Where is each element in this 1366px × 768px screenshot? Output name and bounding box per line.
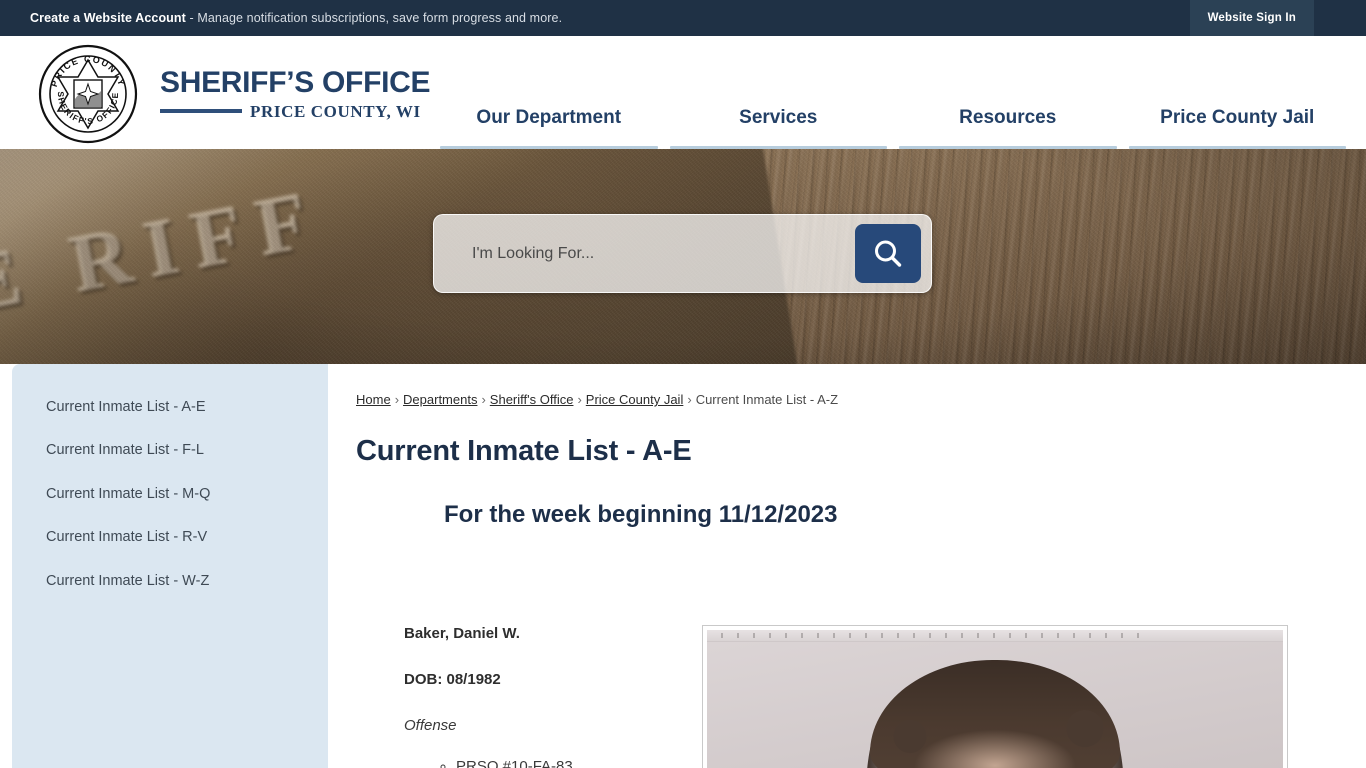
breadcrumb-item-current: Current Inmate List - A-Z xyxy=(695,392,839,407)
sidebar-item-inmate-list-m-q[interactable]: Current Inmate List - M-Q xyxy=(12,473,328,516)
week-beginning-heading: For the week beginning 11/12/2023 xyxy=(444,501,838,528)
inmate-record: Baker, Daniel W. DOB: 08/1982 Offense PR… xyxy=(356,625,1324,768)
site-header: PRICE COUNTY SHERIFF'S OFFICE SHERIFF’S … xyxy=(0,36,1366,149)
inmate-photo-frame xyxy=(702,625,1288,768)
sidebar-item-inmate-list-a-e[interactable]: Current Inmate List - A-E xyxy=(12,386,328,429)
breadcrumb-separator: › xyxy=(481,392,486,407)
create-account-notice: Create a Website Account - Manage notifi… xyxy=(30,11,562,25)
breadcrumb-separator: › xyxy=(577,392,582,407)
offense-list: PRSO #10-FA-83 xyxy=(404,756,656,768)
nav-item-price-county-jail[interactable]: Price County Jail xyxy=(1128,36,1346,149)
nav-label: Price County Jail xyxy=(1160,107,1315,128)
brand-divider-rule xyxy=(160,108,242,113)
website-sign-in-button[interactable]: Website Sign In xyxy=(1189,0,1314,36)
offense-list-item: PRSO #10-FA-83 xyxy=(456,756,656,768)
mugshot-subject xyxy=(866,660,1124,768)
nav-underline xyxy=(669,146,887,149)
breadcrumb: Home › Departments › Sheriff's Office › Price … xyxy=(356,392,1324,407)
page-title: Current Inmate List - A-E xyxy=(356,435,692,467)
site-search-box xyxy=(433,214,932,293)
search-icon xyxy=(875,240,902,267)
inmate-details: Baker, Daniel W. DOB: 08/1982 Offense PR… xyxy=(356,625,656,768)
breadcrumb-item-sheriffs-office[interactable]: Sheriff's Office xyxy=(490,392,574,407)
nav-item-our-department[interactable]: Our Department xyxy=(440,36,658,149)
search-input[interactable] xyxy=(434,244,855,263)
search-submit-button[interactable] xyxy=(855,224,921,283)
inmate-mugshot-image xyxy=(707,630,1283,768)
offense-label: Offense xyxy=(404,717,457,734)
sheriff-badge-seal-icon: PRICE COUNTY SHERIFF'S OFFICE xyxy=(38,44,137,143)
mugshot-hair xyxy=(870,660,1120,768)
nav-label: Our Department xyxy=(476,107,622,128)
brand-subtitle: PRICE COUNTY, WI xyxy=(250,102,421,121)
brand-wordmark[interactable]: SHERIFF’S OFFICE PRICE COUNTY, WI xyxy=(160,66,431,120)
main-navigation: Our Department Services Resources Price … xyxy=(434,36,1352,149)
breadcrumb-separator: › xyxy=(687,392,692,407)
nav-underline xyxy=(440,146,658,149)
brand-subtitle-row: PRICE COUNTY, WI xyxy=(160,103,430,120)
nav-underline xyxy=(1128,146,1346,149)
main-content: Home › Departments › Sheriff's Office › Price … xyxy=(328,364,1354,768)
page-body: Current Inmate List - A-E Current Inmate… xyxy=(0,364,1366,768)
breadcrumb-item-price-county-jail[interactable]: Price County Jail xyxy=(586,392,684,407)
sheriff-seal-logo[interactable]: PRICE COUNTY SHERIFF'S OFFICE xyxy=(36,42,139,145)
nav-underline xyxy=(899,146,1117,149)
sidebar-item-inmate-list-f-l[interactable]: Current Inmate List - F-L xyxy=(12,429,328,472)
breadcrumb-item-departments[interactable]: Departments xyxy=(403,392,477,407)
nav-item-resources[interactable]: Resources xyxy=(899,36,1117,149)
content-card: Current Inmate List - A-E Current Inmate… xyxy=(12,364,1354,768)
create-account-link[interactable]: Create a Website Account xyxy=(30,11,186,25)
brand-title: SHERIFF’S OFFICE xyxy=(160,66,431,99)
hero-banner: E RIFF xyxy=(0,149,1366,364)
sidebar-item-inmate-list-w-z[interactable]: Current Inmate List - W-Z xyxy=(12,560,328,603)
breadcrumb-item-home[interactable]: Home xyxy=(356,392,391,407)
inmate-dob: DOB: 08/1982 xyxy=(404,671,501,688)
secondary-sidebar-navigation: Current Inmate List - A-E Current Inmate… xyxy=(12,364,328,768)
create-account-description: - Manage notification subscriptions, sav… xyxy=(185,11,563,25)
nav-label: Services xyxy=(739,107,818,128)
breadcrumb-separator: › xyxy=(394,392,400,407)
inmate-name: Baker, Daniel W. xyxy=(404,625,520,642)
mugshot-header-strip xyxy=(707,630,1283,642)
utility-bar: Create a Website Account - Manage notifi… xyxy=(0,0,1366,36)
nav-item-services[interactable]: Services xyxy=(669,36,887,149)
nav-label: Resources xyxy=(959,107,1057,128)
sidebar-item-inmate-list-r-v[interactable]: Current Inmate List - R-V xyxy=(12,516,328,559)
mugshot-header-marks xyxy=(721,633,1141,638)
